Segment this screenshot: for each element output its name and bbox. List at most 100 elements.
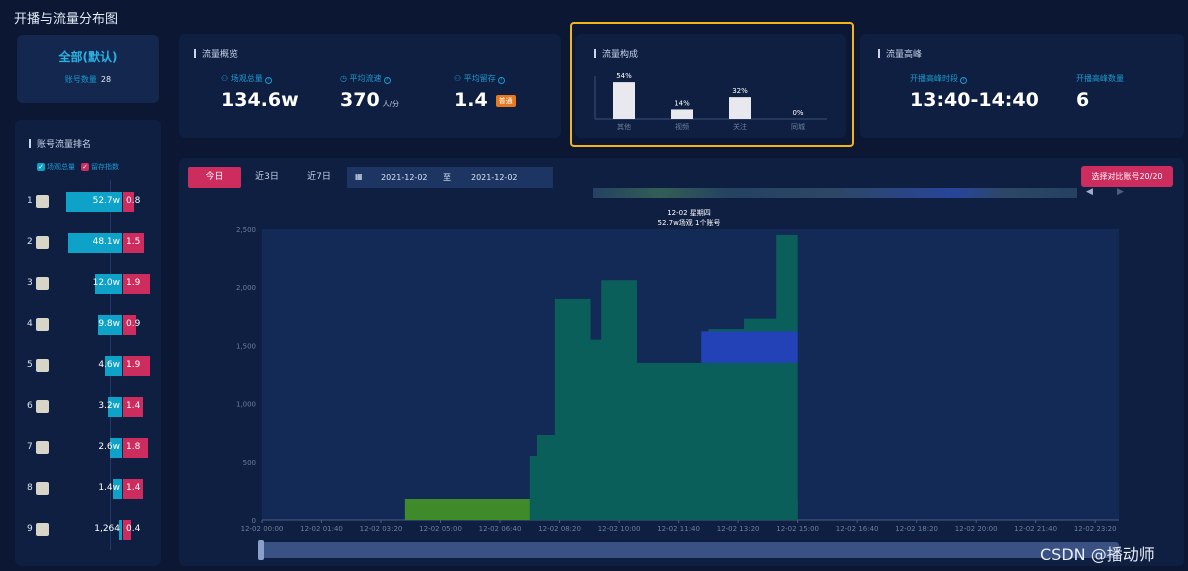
rank-number: 8 [27, 483, 33, 493]
x-tick-label: 12-02 18:20 [895, 525, 938, 533]
index-value: 1.4 [126, 483, 141, 493]
ranking-row[interactable]: 1 52.7w 0.8 [27, 192, 161, 212]
help-icon[interactable]: ? [497, 77, 505, 84]
series-legend-strip[interactable] [593, 188, 1077, 198]
avg-speed-value: 370 人/分 [340, 89, 400, 111]
clock-icon: ◷ [340, 74, 350, 83]
x-tick-label: 12-02 08:20 [538, 525, 581, 533]
peak-period-value: 13:40-14:40 [910, 89, 1039, 111]
date-separator: 至 [443, 173, 451, 182]
rank-number: 9 [27, 524, 33, 534]
date-range-picker[interactable]: ▦ 2021-12-02 至 2021-12-02 [347, 167, 553, 188]
rank-number: 3 [27, 278, 33, 288]
y-tick-label: 2,000 [236, 284, 256, 292]
avg-retention-value: 1.4 普通 [454, 89, 516, 111]
views-value: 1,264 [94, 524, 120, 534]
x-tick-label: 12-02 10:00 [598, 525, 641, 533]
y-tick-label: 2,500 [236, 226, 256, 234]
total-views-label: ⚇ 场观总量? [221, 73, 272, 84]
ranking-row[interactable]: 5 4.6w 1.9 [27, 356, 161, 376]
x-tick-label: 12-02 20:00 [955, 525, 998, 533]
ranking-title: 账号流量排名 [29, 137, 91, 150]
avatar [36, 482, 49, 495]
y-tick-label: 1,000 [236, 401, 256, 409]
ranking-row[interactable]: 4 9.8w 0.9 [27, 315, 161, 335]
traffic-series-area[interactable] [701, 331, 798, 363]
date-end[interactable]: 2021-12-02 [471, 173, 518, 182]
ranking-legend: ✓ 场观总量 ✓ 留存指数 [37, 162, 119, 172]
views-value: 2.6w [98, 442, 120, 452]
check-icon: ✓ [37, 163, 45, 171]
retention-tag: 普通 [495, 94, 516, 107]
views-value: 12.0w [92, 278, 120, 288]
rank-number: 6 [27, 401, 33, 411]
legend-index[interactable]: ✓ 留存指数 [81, 162, 119, 172]
ranking-row[interactable]: 7 2.6w 1.8 [27, 438, 161, 458]
rank-number: 1 [27, 196, 33, 206]
views-value: 3.2w [98, 401, 120, 411]
tab-today[interactable]: 今日 [188, 167, 241, 188]
ranking-row[interactable]: 8 1.4w 1.4 [27, 479, 161, 499]
help-icon[interactable]: ? [383, 77, 391, 84]
avatar [36, 359, 49, 372]
calendar-icon: ▦ [355, 172, 363, 181]
legend-next-icon[interactable]: ▶ [1117, 187, 1124, 197]
avatar [36, 441, 49, 454]
x-tick-label: 12-02 01:40 [300, 525, 343, 533]
overview-panel: 流量概览 ⚇ 场观总量? 134.6w ◷ 平均流速? 370 人/分 ⚇ 平均留… [179, 34, 561, 138]
avatar [36, 523, 49, 536]
tab-7days[interactable]: 近7日 [300, 167, 338, 188]
y-tick-label: 500 [243, 459, 256, 467]
traffic-distribution-chart: 0 500 1,000 1,500 2,000 2,500 12-02 00:00 12-02… [236, 209, 1119, 533]
peak-panel: 流量高峰 开播高峰时段? 13:40-14:40 开播高峰数量 6 [860, 34, 1184, 138]
tooltip-summary: 52.7w场观 1个账号 [658, 218, 721, 227]
index-value: 0.9 [126, 319, 141, 329]
rank-number: 7 [27, 442, 33, 452]
ranking-panel: 账号流量排名 ✓ 场观总量 ✓ 留存指数 1 52.7w 0.8 2 48.1w 1.5 3 12… [15, 120, 161, 566]
views-value: 52.7w [92, 196, 120, 206]
y-tick-label: 0 [252, 517, 256, 525]
x-tick-label: 12-02 11:40 [657, 525, 700, 533]
zoom-slider[interactable] [261, 542, 1119, 558]
peak-period-label: 开播高峰时段? [910, 73, 967, 84]
x-tick-label: 12-02 23:20 [1074, 525, 1117, 533]
avg-speed-label: ◷ 平均流速? [340, 73, 391, 84]
avatar [36, 195, 49, 208]
date-start[interactable]: 2021-12-02 [381, 173, 428, 182]
check-icon: ✓ [81, 163, 89, 171]
help-icon[interactable]: ? [960, 77, 967, 84]
avatar [36, 318, 49, 331]
help-icon[interactable]: ? [264, 77, 272, 84]
index-value: 1.9 [126, 278, 141, 288]
watermark: CSDN @播动师 [1040, 545, 1155, 564]
views-value: 9.8w [98, 319, 120, 329]
x-tick-label: 12-02 00:00 [241, 525, 284, 533]
ranking-row[interactable]: 3 12.0w 1.9 [27, 274, 161, 294]
tooltip-date: 12-02 星期四 [667, 209, 711, 217]
user-icon: ⚇ [454, 74, 464, 83]
peak-count-value: 6 [1076, 89, 1090, 111]
legend-views[interactable]: ✓ 场观总量 [37, 162, 75, 172]
peak-title: 流量高峰 [878, 47, 922, 60]
tab-3days[interactable]: 近3日 [248, 167, 286, 188]
account-count-label: 账号数量 [64, 75, 97, 84]
y-tick-label: 1,500 [236, 342, 256, 350]
rank-number: 2 [27, 237, 33, 247]
zoom-handle-left[interactable] [258, 540, 264, 560]
total-views-value: 134.6w [221, 89, 299, 111]
avatar [36, 400, 49, 413]
account-selector[interactable]: 全部(默认) 账号数量 28 [17, 35, 159, 103]
index-value: 1.4 [126, 401, 141, 411]
legend-prev-icon[interactable]: ◀ [1086, 187, 1093, 197]
ranking-row[interactable]: 9 1,264 0.4 [27, 520, 161, 540]
page-title: 开播与流量分布图 [14, 12, 119, 27]
ranking-row[interactable]: 6 3.2w 1.4 [27, 397, 161, 417]
views-value: 4.6w [98, 360, 120, 370]
compare-accounts-button[interactable]: 选择对比账号20/20 [1081, 166, 1173, 187]
views-value: 48.1w [92, 237, 120, 247]
x-tick-label: 12-02 06:40 [479, 525, 522, 533]
account-count-value: 28 [100, 75, 112, 84]
rank-number: 5 [27, 360, 33, 370]
avg-speed-unit: 人/分 [382, 100, 400, 108]
ranking-row[interactable]: 2 48.1w 1.5 [27, 233, 161, 253]
